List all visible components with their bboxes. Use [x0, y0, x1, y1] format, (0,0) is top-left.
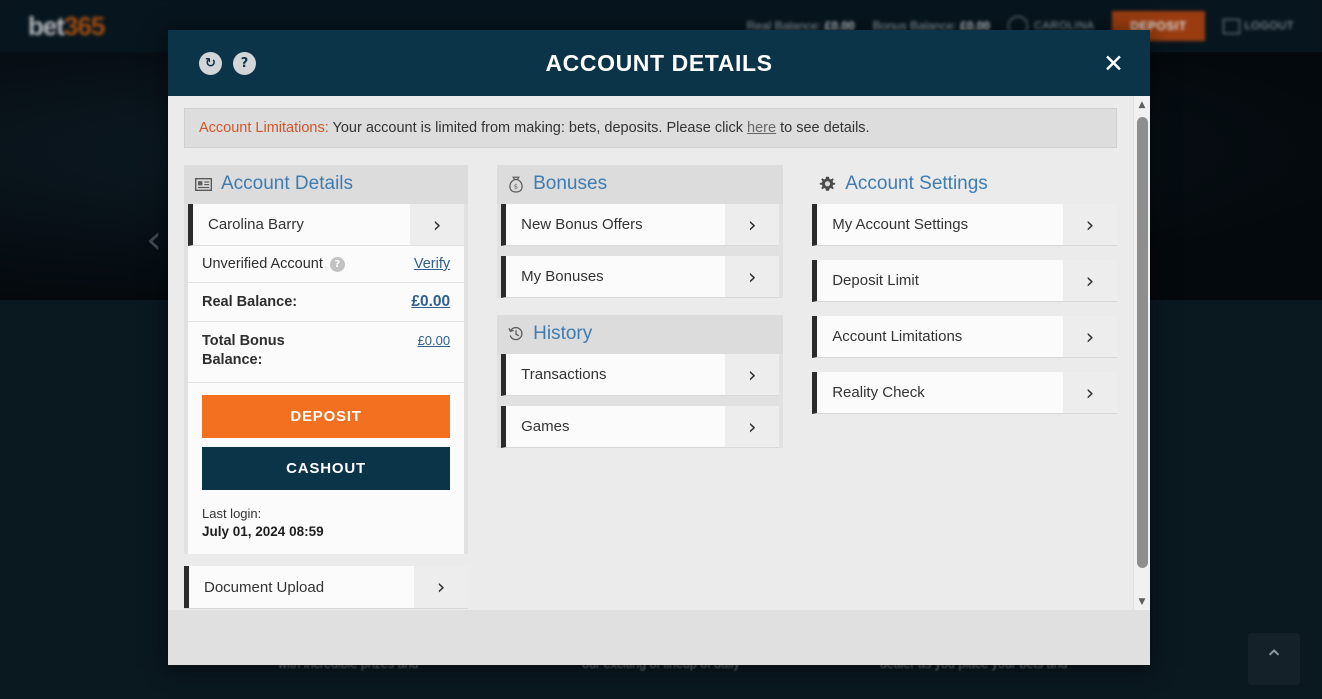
modal-scrollbar[interactable]: ▲ ▼	[1133, 96, 1150, 610]
cashout-button[interactable]: CASHOUT	[202, 447, 450, 490]
last-login: Last login: July 01, 2024 08:59	[188, 490, 464, 554]
bonus-balance-label: Total Bonus Balance:	[202, 332, 332, 370]
list-item-new-bonus-offers[interactable]: New Bonus Offers ›	[501, 204, 779, 246]
verification-label: Unverified Account	[202, 256, 323, 272]
real-balance-row: Real Balance: £0.00	[188, 283, 464, 322]
bonuses-panel-header: $ Bonuses	[497, 165, 783, 204]
list-item-label: Account Limitations	[817, 316, 1063, 357]
document-upload-label: Document Upload	[189, 566, 414, 608]
scrollbar-thumb[interactable]	[1137, 117, 1148, 568]
history-panel-title: History	[533, 323, 592, 345]
chevron-right-icon: ›	[414, 566, 468, 608]
account-settings-list: My Account Settings › Deposit Limit › Ac…	[812, 204, 1117, 414]
history-panel-header: History	[497, 315, 783, 354]
real-balance-label: Real Balance:	[202, 294, 297, 310]
list-item-label: New Bonus Offers	[506, 204, 725, 245]
modal-footer	[168, 610, 1150, 665]
chevron-right-icon: ›	[1063, 372, 1117, 413]
history-refresh-icon[interactable]: ↻	[199, 52, 222, 75]
gear-icon	[819, 176, 836, 193]
scroll-down-arrow-icon[interactable]: ▼	[1134, 593, 1150, 610]
chevron-right-icon: ›	[725, 406, 779, 447]
bonus-balance-row: Total Bonus Balance: £0.00	[188, 322, 464, 383]
last-login-value: July 01, 2024 08:59	[202, 523, 450, 541]
column-account-settings: Account Settings My Account Settings › D…	[812, 165, 1117, 428]
account-settings-panel-title: Account Settings	[845, 173, 988, 195]
list-item-my-bonuses[interactable]: My Bonuses ›	[501, 256, 779, 298]
logo-accent: 365	[64, 11, 104, 41]
id-card-icon	[195, 178, 212, 191]
modal-header: ↻ ? ACCOUNT DETAILS ✕	[168, 30, 1150, 96]
logo-text: bet	[28, 11, 64, 41]
account-name-row[interactable]: Carolina Barry ›	[188, 204, 464, 246]
chevron-right-icon: ›	[725, 204, 779, 245]
chevron-right-icon: ›	[410, 204, 464, 245]
chevron-right-icon: ›	[1063, 260, 1117, 301]
help-tooltip-icon[interactable]: ?	[330, 257, 345, 272]
column-account-details: Account Details Carolina Barry › Unverif…	[184, 165, 468, 608]
chevron-right-icon: ›	[725, 354, 779, 395]
alert-text-after: to see details.	[776, 120, 870, 136]
svg-text:$: $	[514, 182, 518, 190]
account-settings-panel: Account Settings My Account Settings › D…	[812, 165, 1117, 414]
account-limitations-alert: Account Limitations: Your account is lim…	[184, 108, 1117, 148]
history-panel: History Transactions › Games ›	[497, 315, 783, 448]
account-details-modal: ↻ ? ACCOUNT DETAILS ✕ Account Limitation…	[168, 30, 1150, 665]
chevron-right-icon: ›	[1063, 204, 1117, 245]
list-item-transactions[interactable]: Transactions ›	[501, 354, 779, 396]
modal-columns: Account Details Carolina Barry › Unverif…	[184, 165, 1117, 608]
account-details-panel-header: Account Details	[184, 165, 468, 204]
history-list: Transactions › Games ›	[497, 354, 783, 448]
money-bag-icon: $	[508, 176, 524, 193]
account-name: Carolina Barry	[193, 204, 410, 245]
list-item-reality-check[interactable]: Reality Check ›	[812, 372, 1117, 414]
modal-scroll-content: Account Limitations: Your account is lim…	[168, 96, 1133, 610]
chevron-right-icon: ›	[725, 256, 779, 297]
alert-text: Your account is limited from making: bet…	[329, 120, 747, 136]
chevron-up-icon[interactable]: ⌃	[1248, 633, 1300, 685]
page-title: ACCOUNT DETAILS	[168, 50, 1150, 77]
last-login-label: Last login:	[202, 505, 450, 523]
header-logout-label: LOGOUT	[1245, 20, 1294, 32]
alert-label: Account Limitations:	[199, 120, 329, 136]
list-item-my-account-settings[interactable]: My Account Settings ›	[812, 204, 1117, 246]
account-details-panel-title: Account Details	[221, 173, 353, 195]
close-icon[interactable]: ✕	[1103, 51, 1150, 76]
bonuses-panel: $ Bonuses New Bonus Offers › My Bon	[497, 165, 783, 298]
verify-link[interactable]: Verify	[414, 256, 450, 272]
list-item-label: Transactions	[506, 354, 725, 395]
list-item-label: My Bonuses	[506, 256, 725, 297]
chevron-right-icon: ›	[1063, 316, 1117, 357]
list-item-games[interactable]: Games ›	[501, 406, 779, 448]
bonus-balance-wrap: £0.00	[418, 332, 451, 348]
bonuses-panel-title: Bonuses	[533, 173, 607, 195]
column-bonuses-history: $ Bonuses New Bonus Offers › My Bon	[497, 165, 783, 462]
list-item-label: Reality Check	[817, 372, 1063, 413]
account-settings-panel-header: Account Settings	[812, 165, 1117, 204]
clock-history-icon	[508, 326, 524, 342]
list-item-label: Deposit Limit	[817, 260, 1063, 301]
logout-icon	[1223, 19, 1240, 34]
deposit-button[interactable]: DEPOSIT	[202, 395, 450, 438]
modal-body: Account Limitations: Your account is lim…	[168, 96, 1150, 610]
account-details-panel: Account Details Carolina Barry › Unverif…	[184, 165, 468, 554]
scroll-up-arrow-icon[interactable]: ▲	[1134, 96, 1150, 113]
header-logout-button[interactable]: LOGOUT	[1223, 19, 1294, 34]
list-item-label: My Account Settings	[817, 204, 1063, 245]
list-item-deposit-limit[interactable]: Deposit Limit ›	[812, 260, 1117, 302]
bonus-balance-value[interactable]: £0.00	[418, 333, 451, 348]
list-item-account-limitations[interactable]: Account Limitations ›	[812, 316, 1117, 358]
verify-link-wrap: Verify	[414, 256, 450, 272]
document-upload-row[interactable]: Document Upload ›	[184, 566, 468, 608]
list-item-label: Games	[506, 406, 725, 447]
modal-header-icons: ↻ ?	[168, 52, 256, 75]
alert-here-link[interactable]: here	[747, 120, 776, 136]
account-details-card: Carolina Barry › Unverified Account ? Ve…	[188, 204, 464, 554]
real-balance-wrap: £0.00	[411, 293, 450, 311]
verification-status-row: Unverified Account ? Verify	[188, 246, 464, 283]
help-icon[interactable]: ?	[233, 52, 256, 75]
site-logo[interactable]: bet365	[28, 11, 104, 42]
real-balance-value[interactable]: £0.00	[411, 293, 450, 310]
bonuses-list: New Bonus Offers › My Bonuses ›	[497, 204, 783, 298]
